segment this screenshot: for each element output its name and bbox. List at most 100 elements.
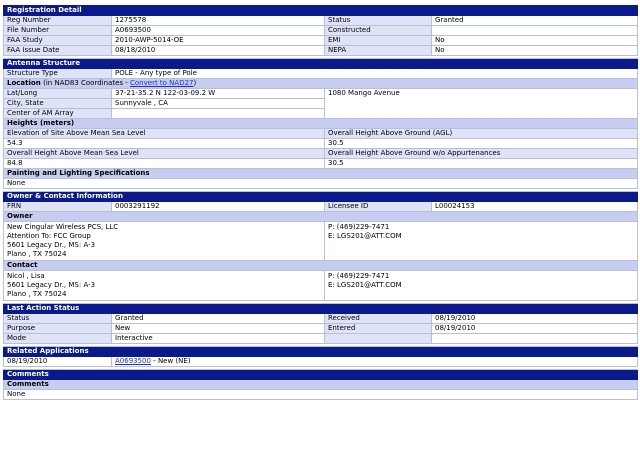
- last-action-header: Last Action Status: [2, 303, 639, 314]
- contact-heading: Contact: [2, 260, 639, 271]
- elevation-value: 54.3: [3, 138, 325, 149]
- owner-heading: Owner: [2, 211, 639, 222]
- section-title: Owner & Contact Information: [2, 191, 639, 202]
- table-row: 54.3 30.5: [3, 138, 639, 149]
- location-heading: Location (in NAD83 Coordinates - Convert…: [2, 78, 639, 89]
- related-date: 08/19/2010: [3, 356, 112, 367]
- mode-label: Mode: [3, 333, 112, 344]
- owner-phone: P: (469)229-7471: [328, 223, 390, 231]
- section-title: Last Action Status: [2, 303, 639, 314]
- file-number-value: A0693500: [111, 25, 325, 36]
- owner-address: New Cingular Wireless PCS, LLC Attention…: [3, 221, 325, 261]
- agl-label: Overall Height Above Ground (AGL): [323, 128, 639, 139]
- table-row: Elevation of Site Above Mean Sea Level O…: [3, 128, 639, 139]
- constructed-value: [430, 25, 639, 36]
- section-title: Related Applications: [2, 346, 639, 357]
- city-state-label: City, State: [3, 98, 112, 109]
- registration-page: Registration Detail Reg Number 1275578 S…: [2, 5, 639, 400]
- section-title: Registration Detail: [2, 5, 639, 16]
- no-appurtenances-label: Overall Height Above Ground w/o Appurten…: [323, 148, 639, 159]
- city-state-value: Sunnyvale , CA: [111, 98, 325, 109]
- contact-subheader: Contact: [2, 260, 639, 271]
- comments-subheader: Comments: [2, 379, 639, 390]
- status-label: Status: [324, 15, 432, 26]
- location-label: Location: [7, 79, 41, 88]
- latlong-value: 37-21-35.2 N 122-03-09.2 W: [111, 88, 325, 99]
- purpose-value: New: [111, 323, 325, 334]
- contact-line: 5601 Legacy Dr., MS: A-3: [7, 281, 96, 289]
- elevation-label: Elevation of Site Above Mean Sea Level: [3, 128, 325, 139]
- location-note: (in NAD83 Coordinates -: [43, 79, 131, 88]
- contact-line: Nicol , Lisa: [7, 272, 45, 280]
- frn-value: 0003291192: [111, 201, 325, 212]
- contact-phone-email: P: (469)229-7471 E: LGS201@ATT.COM: [323, 270, 639, 301]
- purpose-label: Purpose: [3, 323, 112, 334]
- reg-number-label: Reg Number: [3, 15, 112, 26]
- table-row: Overall Height Above Mean Sea Level Over…: [3, 148, 639, 159]
- comments-value: None: [2, 389, 639, 400]
- owner-phone-email: P: (469)229-7471 E: LGS201@ATT.COM: [323, 221, 639, 261]
- emi-value: No: [430, 35, 639, 46]
- nepa-label: NEPA: [324, 45, 432, 56]
- table-row: None: [2, 389, 639, 400]
- table-row: Status Granted Received 08/19/2010: [3, 313, 639, 324]
- contact-line: Plano , TX 75024: [7, 290, 67, 298]
- structure-type-label: Structure Type: [3, 68, 112, 79]
- received-label: Received: [324, 313, 432, 324]
- table-row: 08/19/2010 A0693500 - New (NE): [3, 356, 639, 367]
- am-array-value: [111, 108, 325, 119]
- related-applications-header: Related Applications: [2, 346, 639, 357]
- table-row: FRN 0003291192 Licensee ID L00024153: [3, 201, 639, 212]
- related-application-suffix: - New (NE): [150, 357, 191, 366]
- amsl-label: Overall Height Above Mean Sea Level: [3, 148, 325, 159]
- antenna-structure-header: Antenna Structure: [2, 58, 639, 69]
- am-array-label: Center of AM Array: [3, 108, 112, 119]
- table-row: FAA Issue Date 08/18/2010 NEPA No: [3, 45, 639, 56]
- faa-issue-date-label: FAA Issue Date: [3, 45, 112, 56]
- heights-heading: Heights (meters): [2, 118, 639, 129]
- comments-heading: Comments: [2, 379, 639, 390]
- location-note-end: ): [193, 79, 197, 88]
- table-row: 84.8 30.5: [3, 158, 639, 169]
- licensee-id-label: Licensee ID: [324, 201, 432, 212]
- mode-value: Interactive: [111, 333, 325, 344]
- structure-type-value: POLE - Any type of Pole: [110, 68, 639, 79]
- constructed-label: Constructed: [324, 25, 432, 36]
- comments-header: Comments: [2, 369, 639, 380]
- owner-line: New Cingular Wireless PCS, LLC: [7, 223, 119, 231]
- table-row: Mode Interactive: [3, 333, 639, 344]
- table-row: None: [2, 178, 639, 189]
- latlong-label: Lat/Long: [3, 88, 112, 99]
- convert-nad27-link[interactable]: Convert to NAD27: [130, 80, 193, 88]
- emi-label: EMI: [324, 35, 432, 46]
- status-value: Granted: [430, 15, 639, 26]
- location-subheader: Location (in NAD83 Coordinates - Convert…: [2, 78, 639, 89]
- amsl-value: 84.8: [3, 158, 325, 169]
- nepa-value: No: [430, 45, 639, 56]
- heights-subheader: Heights (meters): [2, 118, 639, 129]
- related-application: A0693500 - New (NE): [110, 356, 639, 367]
- painting-subheader: Painting and Lighting Specifications: [2, 168, 639, 179]
- reg-number-value: 1275578: [111, 15, 325, 26]
- faa-issue-date-value: 08/18/2010: [111, 45, 325, 56]
- owner-row: New Cingular Wireless PCS, LLC Attention…: [3, 221, 639, 261]
- owner-contact-header: Owner & Contact Information: [2, 191, 639, 202]
- related-application-link[interactable]: A0693500: [115, 358, 151, 366]
- section-title: Antenna Structure: [2, 58, 639, 69]
- owner-subheader: Owner: [2, 211, 639, 222]
- no-appurtenances-value: 30.5: [323, 158, 639, 169]
- file-number-label: File Number: [3, 25, 112, 36]
- owner-line: 5601 Legacy Dr., MS: A-3: [7, 241, 96, 249]
- entered-label: Entered: [324, 323, 432, 334]
- table-row: Purpose New Entered 08/19/2010: [3, 323, 639, 334]
- empty-value: [430, 333, 639, 344]
- table-row: File Number A0693500 Constructed: [3, 25, 639, 36]
- licensee-id-value: L00024153: [430, 201, 639, 212]
- table-row: FAA Study 2010-AWP-5014-OE EMI No: [3, 35, 639, 46]
- agl-value: 30.5: [323, 138, 639, 149]
- entered-value: 08/19/2010: [430, 323, 639, 334]
- owner-line: Plano , TX 75024: [7, 250, 67, 258]
- registration-detail-header: Registration Detail: [2, 5, 639, 16]
- empty-label: [324, 333, 432, 344]
- owner-email: E: LGS201@ATT.COM: [328, 232, 402, 240]
